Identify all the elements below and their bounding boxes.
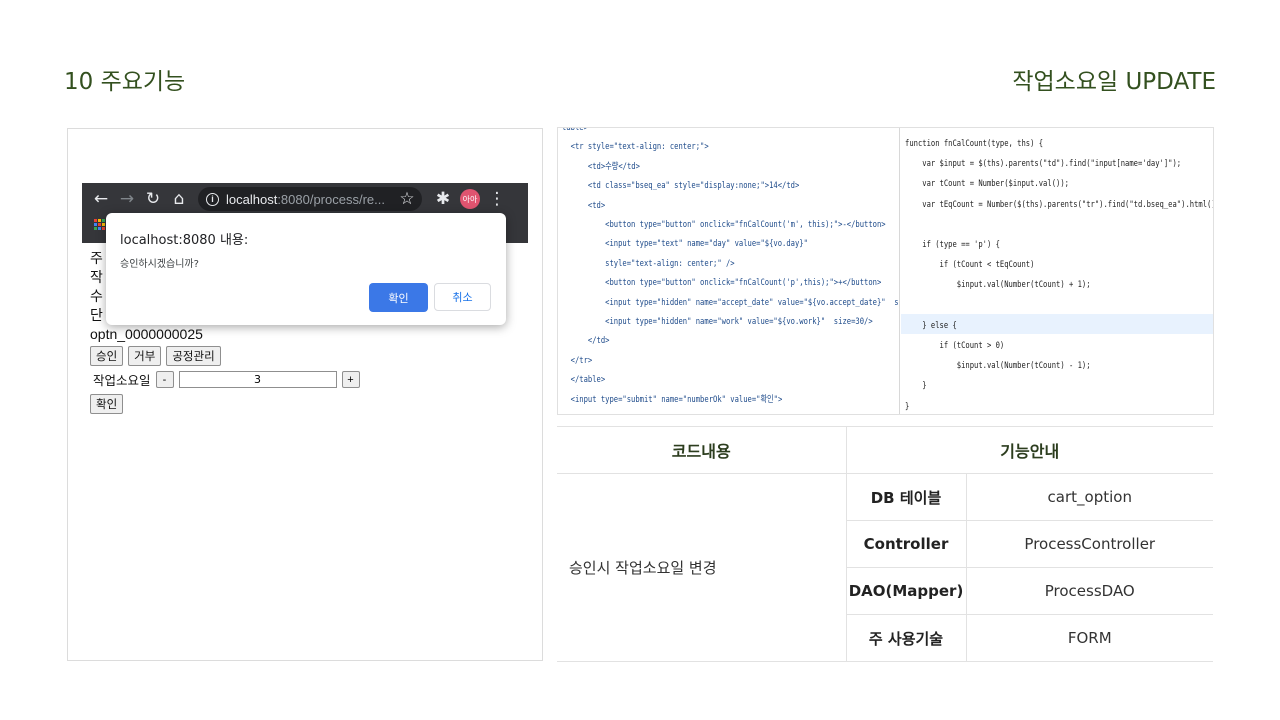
code-line: <button type="button" onclick="fnCalCoun… — [562, 219, 886, 230]
increment-button[interactable]: + — [341, 371, 360, 388]
code-line: </tr> — [562, 354, 593, 366]
screenshot-panel: ← → ↻ ⌂ i localhost :8080/process/re... … — [67, 128, 543, 661]
slide-title: 10 주요기능 — [64, 69, 186, 95]
feature-description: 승인시 작업소요일 변경 — [557, 473, 846, 662]
code-line: <button type="button" onclick="fnCalCoun… — [562, 277, 882, 289]
code-line: <td>수량</td> — [562, 160, 640, 172]
code-line: if (tCount < tEqCount) — [905, 259, 1035, 271]
table-row: 승인시 작업소요일 변경 DB 테이블 cart_option — [557, 473, 1213, 662]
row-key: DB 테이블 — [845, 473, 966, 521]
bookmark-star-icon[interactable]: ☆ — [394, 186, 420, 212]
slide-subtitle: 작업소요일 UPDATE — [1012, 69, 1216, 95]
code-line: <input type="submit" name="numberOk" val… — [562, 393, 783, 405]
code-line: </td> — [562, 335, 610, 347]
row-key: Controller — [845, 520, 966, 568]
row-key: DAO(Mapper) — [845, 567, 966, 615]
reject-button[interactable]: 거부 — [128, 346, 162, 366]
menu-kebab-icon[interactable]: ⋮ — [484, 186, 510, 212]
back-arrow-icon[interactable]: ← — [88, 186, 114, 212]
code-line: } — [905, 380, 927, 392]
code-line: var $input = $(ths).parents("td").find("… — [905, 158, 1182, 170]
reload-icon[interactable]: ↻ — [140, 186, 166, 212]
process-manage-button[interactable]: 공정관리 — [166, 346, 221, 366]
code-screenshot: table> <tr style="text-align: center;"> … — [557, 127, 1214, 415]
code-line: <td> — [562, 199, 606, 211]
code-line: <tr style="text-align: center;"> — [562, 141, 709, 153]
row-value: FORM — [965, 614, 1213, 662]
approve-button[interactable]: 승인 — [90, 346, 124, 366]
dialog-title: localhost:8080 내용: — [120, 233, 249, 248]
code-line: } else { — [905, 319, 957, 331]
header-feature-guide: 기능안내 — [845, 426, 1213, 474]
code-line: style="text-align: center;" /> — [562, 257, 735, 269]
extensions-puzzle-icon[interactable]: ✱ — [430, 186, 456, 212]
dialog-cancel-button[interactable]: 취소 — [434, 283, 491, 311]
code-line: var tCount = Number($input.val()); — [905, 178, 1069, 190]
js-code-view: function fnCalCount(type, ths) { var $in… — [901, 128, 1214, 414]
code-line: if (type == 'p') { — [905, 239, 1000, 250]
confirm-dialog: localhost:8080 내용: 승인하시겠습니까? 확인 취소 — [106, 213, 506, 325]
home-icon[interactable]: ⌂ — [166, 186, 192, 212]
code-line: </table> — [562, 374, 606, 386]
apps-grid-icon[interactable] — [94, 219, 105, 230]
work-days-input[interactable] — [178, 371, 337, 388]
forward-arrow-icon[interactable]: → — [114, 186, 140, 212]
row-key: 주 사용기술 — [845, 614, 966, 662]
work-days-label: 작업소요일 — [93, 373, 151, 388]
url-path: :8080/process/re... — [277, 191, 385, 207]
code-line: <input type="hidden" name="work" value="… — [562, 316, 873, 327]
code-line: } — [905, 400, 910, 412]
header-code-content: 코드내용 — [557, 426, 846, 474]
code-line: <input type="hidden" name="accept_date" … — [562, 296, 900, 308]
option-id: optn_0000000025 — [90, 326, 203, 342]
decrement-button[interactable]: - — [155, 371, 174, 388]
code-line: $input.val(Number(tCount) - 1); — [905, 360, 1091, 372]
dialog-message: 승인하시겠습니까? — [120, 259, 199, 270]
address-bar[interactable]: i localhost :8080/process/re... — [198, 187, 422, 211]
code-line: table> — [562, 128, 588, 134]
profile-avatar[interactable]: 아아 — [460, 189, 480, 209]
submit-button[interactable]: 확인 — [90, 394, 124, 414]
dialog-ok-button[interactable]: 확인 — [369, 283, 428, 312]
jsp-code-view: table> <tr style="text-align: center;"> … — [558, 128, 900, 414]
code-line: <td class="bseq_ea" style="display:none;… — [562, 180, 800, 192]
code-line: var tEqCount = Number($(ths).parents("tr… — [905, 198, 1214, 210]
feature-table: 코드내용 기능안내 승인시 작업소요일 변경 DB 테이블 cart_optio… — [557, 426, 1213, 662]
row-value: ProcessDAO — [965, 567, 1213, 615]
row-value: ProcessController — [965, 520, 1213, 568]
url-host: localhost — [226, 191, 278, 207]
code-line: $input.val(Number(tCount) + 1); — [905, 279, 1091, 291]
code-line: function fnCalCount(type, ths) { — [905, 138, 1044, 149]
info-icon[interactable]: i — [206, 192, 219, 206]
code-line: <input type="text" name="day" value="${v… — [562, 238, 808, 250]
code-line: if (tCount > 0) — [905, 340, 1005, 351]
row-value: cart_option — [965, 473, 1213, 521]
